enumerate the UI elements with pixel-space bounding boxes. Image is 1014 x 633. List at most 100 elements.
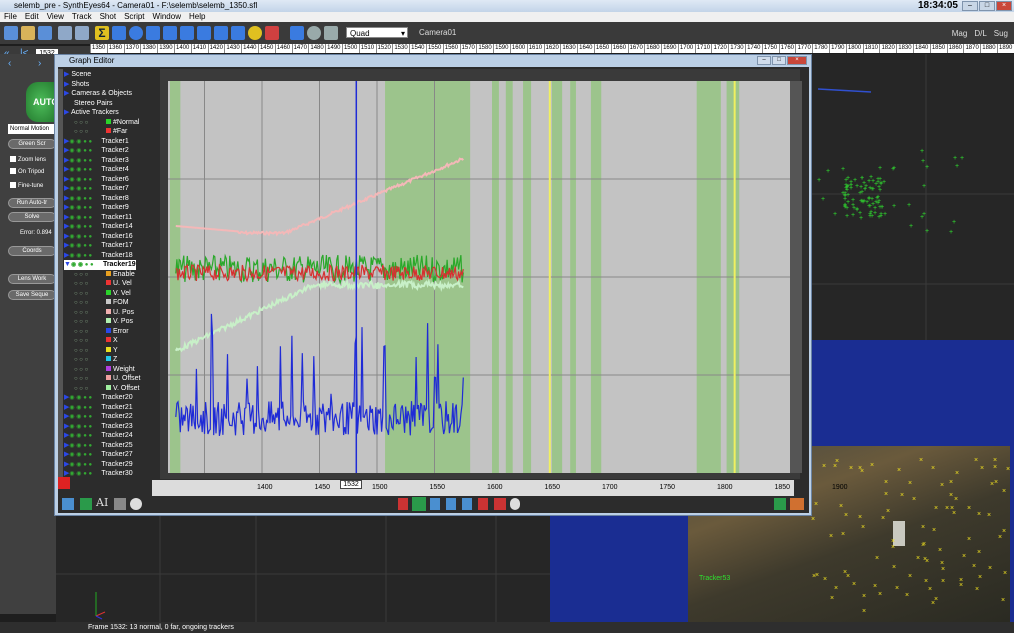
arrow-right-icon[interactable] xyxy=(290,26,304,40)
tracker-marker[interactable]: × xyxy=(878,591,882,598)
tracker-marker[interactable]: × xyxy=(884,479,888,486)
tree-row-fom[interactable]: ○ ○ ○ FOM xyxy=(74,298,129,308)
tree-row-tracker4[interactable]: ▶ ◉ ◉ ● ● Tracker4 xyxy=(64,165,129,175)
cube-icon[interactable] xyxy=(231,26,245,40)
tree-row-active-trackers[interactable]: ▶ Active Trackers xyxy=(64,108,119,118)
tracker-marker[interactable]: × xyxy=(823,576,827,583)
redo-icon[interactable] xyxy=(75,26,89,40)
tree-scrollbar[interactable] xyxy=(58,69,63,477)
tracker-marker[interactable]: × xyxy=(949,492,953,499)
pen-icon[interactable] xyxy=(398,498,408,510)
tracker-marker[interactable]: × xyxy=(862,608,866,615)
on-tripod-checkbox[interactable]: On Tripod xyxy=(10,168,44,175)
tracker-marker[interactable]: × xyxy=(940,482,944,489)
tracker-marker[interactable]: × xyxy=(931,465,935,472)
tracker-marker[interactable]: × xyxy=(843,569,847,576)
graph-mode-icon[interactable] xyxy=(80,498,92,510)
tracker-marker[interactable]: × xyxy=(870,462,874,469)
graph-icon[interactable] xyxy=(214,26,228,40)
sug-label[interactable]: Sug xyxy=(994,29,1008,38)
menu-track[interactable]: Track xyxy=(72,12,92,22)
tree-row-shots[interactable]: ▶ Shots xyxy=(64,80,89,90)
menu-edit[interactable]: Edit xyxy=(25,12,39,22)
tracker-marker[interactable]: × xyxy=(811,516,815,523)
only-icon[interactable] xyxy=(114,498,126,510)
warning-icon[interactable] xyxy=(265,26,279,40)
tracker-marker[interactable]: × xyxy=(908,573,912,580)
tracker-marker[interactable]: × xyxy=(950,505,954,512)
graph-plot[interactable] xyxy=(168,81,790,473)
tree-row-tracker24[interactable]: ▶ ◉ ◉ ● ● Tracker24 xyxy=(64,431,133,441)
tracker-marker[interactable]: × xyxy=(967,536,971,543)
phone-icon[interactable] xyxy=(197,26,211,40)
tracker-marker[interactable]: × xyxy=(916,555,920,562)
tracker-marker[interactable]: × xyxy=(908,480,912,487)
expand-triangle-icon[interactable]: ▶ xyxy=(64,81,69,88)
back-arrow-icon[interactable]: ‹ xyxy=(8,58,11,69)
lightbulb-icon[interactable] xyxy=(248,26,262,40)
toolbox-icon[interactable] xyxy=(58,477,70,489)
tree-row-tracker16[interactable]: ▶ ◉ ◉ ● ● Tracker16 xyxy=(64,232,133,242)
tracker-marker[interactable]: × xyxy=(934,505,938,512)
sync-icon[interactable] xyxy=(62,498,74,510)
motion-mode-select[interactable]: Normal Motion xyxy=(8,124,56,134)
tracker-marker[interactable]: × xyxy=(977,549,981,556)
tracker-marker[interactable]: × xyxy=(858,465,862,472)
expand-triangle-icon[interactable]: ▼ xyxy=(64,261,71,268)
tracker-marker[interactable]: × xyxy=(972,563,976,570)
tracker-marker[interactable]: × xyxy=(884,491,888,498)
forward-arrow-icon[interactable]: › xyxy=(38,58,41,69)
menu-script[interactable]: Script xyxy=(124,12,144,22)
tracker-marker[interactable]: × xyxy=(932,527,936,534)
current-frame-tag[interactable]: 1532 xyxy=(340,480,362,489)
color-icon[interactable] xyxy=(790,498,804,510)
sigma-icon[interactable]: Σ xyxy=(95,26,109,40)
tracker-marker[interactable]: × xyxy=(990,481,994,488)
save-icon[interactable] xyxy=(38,26,52,40)
tracker-marker[interactable]: × xyxy=(962,553,966,560)
close-button[interactable]: × xyxy=(996,1,1012,11)
tracker-marker[interactable]: × xyxy=(987,512,991,519)
clock-icon[interactable] xyxy=(130,498,142,510)
auto-button[interactable]: AUTO xyxy=(26,82,58,122)
tree-row-tracker7[interactable]: ▶ ◉ ◉ ● ● Tracker7 xyxy=(64,184,129,194)
tracker-marker[interactable]: × xyxy=(940,560,944,567)
tree-row-z[interactable]: ○ ○ ○ Z xyxy=(74,355,117,365)
ge-close-button[interactable]: × xyxy=(787,56,807,65)
tree-row-v-vel[interactable]: ○ ○ ○ V. Vel xyxy=(74,289,131,299)
tree-row-weight[interactable]: ○ ○ ○ Weight xyxy=(74,365,135,375)
layout-icon[interactable] xyxy=(774,498,786,510)
tree-row-tracker8[interactable]: ▶ ◉ ◉ ● ● Tracker8 xyxy=(64,194,129,204)
tree-row-tracker18[interactable]: ▶ ◉ ◉ ● ● Tracker18 xyxy=(64,251,133,261)
tracker-marker[interactable]: × xyxy=(835,458,839,465)
tracker-marker[interactable]: × xyxy=(900,492,904,499)
tracker-marker[interactable]: × xyxy=(993,457,997,464)
tree-row-u-vel[interactable]: ○ ○ ○ U. Vel xyxy=(74,279,132,289)
tracker-marker[interactable]: × xyxy=(921,542,925,549)
tracker-marker[interactable]: × xyxy=(1002,528,1006,535)
speaker-icon[interactable] xyxy=(180,26,194,40)
tree-row-tracker21[interactable]: ▶ ◉ ◉ ● ● Tracker21 xyxy=(64,403,133,413)
tree-row-u-offset[interactable]: ○ ○ ○ U. Offset xyxy=(74,374,141,384)
tracker-marker[interactable]: × xyxy=(858,514,862,521)
tracker-marker[interactable]: × xyxy=(931,600,935,607)
tree-row-v-pos[interactable]: ○ ○ ○ V. Pos xyxy=(74,317,133,327)
tracker-marker[interactable]: × xyxy=(924,578,928,585)
tracker-marker[interactable]: × xyxy=(949,479,953,486)
tracker-marker[interactable]: × xyxy=(905,592,909,599)
lens-workflow-button[interactable]: Lens Work xyxy=(8,274,56,284)
time-axis[interactable]: 1400 1450 1500 1550 1600 1650 1700 1750 1800 1850… xyxy=(152,480,848,496)
tracker-marker[interactable]: × xyxy=(928,586,932,593)
tracker-marker[interactable]: × xyxy=(815,572,819,579)
tracker-marker[interactable]: × xyxy=(955,470,959,477)
ge-minimize-button[interactable]: – xyxy=(757,56,771,65)
expand-triangle-icon[interactable]: ▶ xyxy=(64,71,69,78)
globe-icon[interactable] xyxy=(129,26,143,40)
menu-window[interactable]: Window xyxy=(153,12,181,22)
tracker-marker[interactable]: × xyxy=(897,467,901,474)
new-file-icon[interactable] xyxy=(4,26,18,40)
tree-row-tracker2[interactable]: ▶ ◉ ◉ ● ● Tracker2 xyxy=(64,146,129,156)
tree-row-tracker20[interactable]: ▶ ◉ ◉ ● ● Tracker20 xyxy=(64,393,133,403)
shot-icon[interactable] xyxy=(112,26,126,40)
tracker-marker[interactable]: × xyxy=(912,496,916,503)
